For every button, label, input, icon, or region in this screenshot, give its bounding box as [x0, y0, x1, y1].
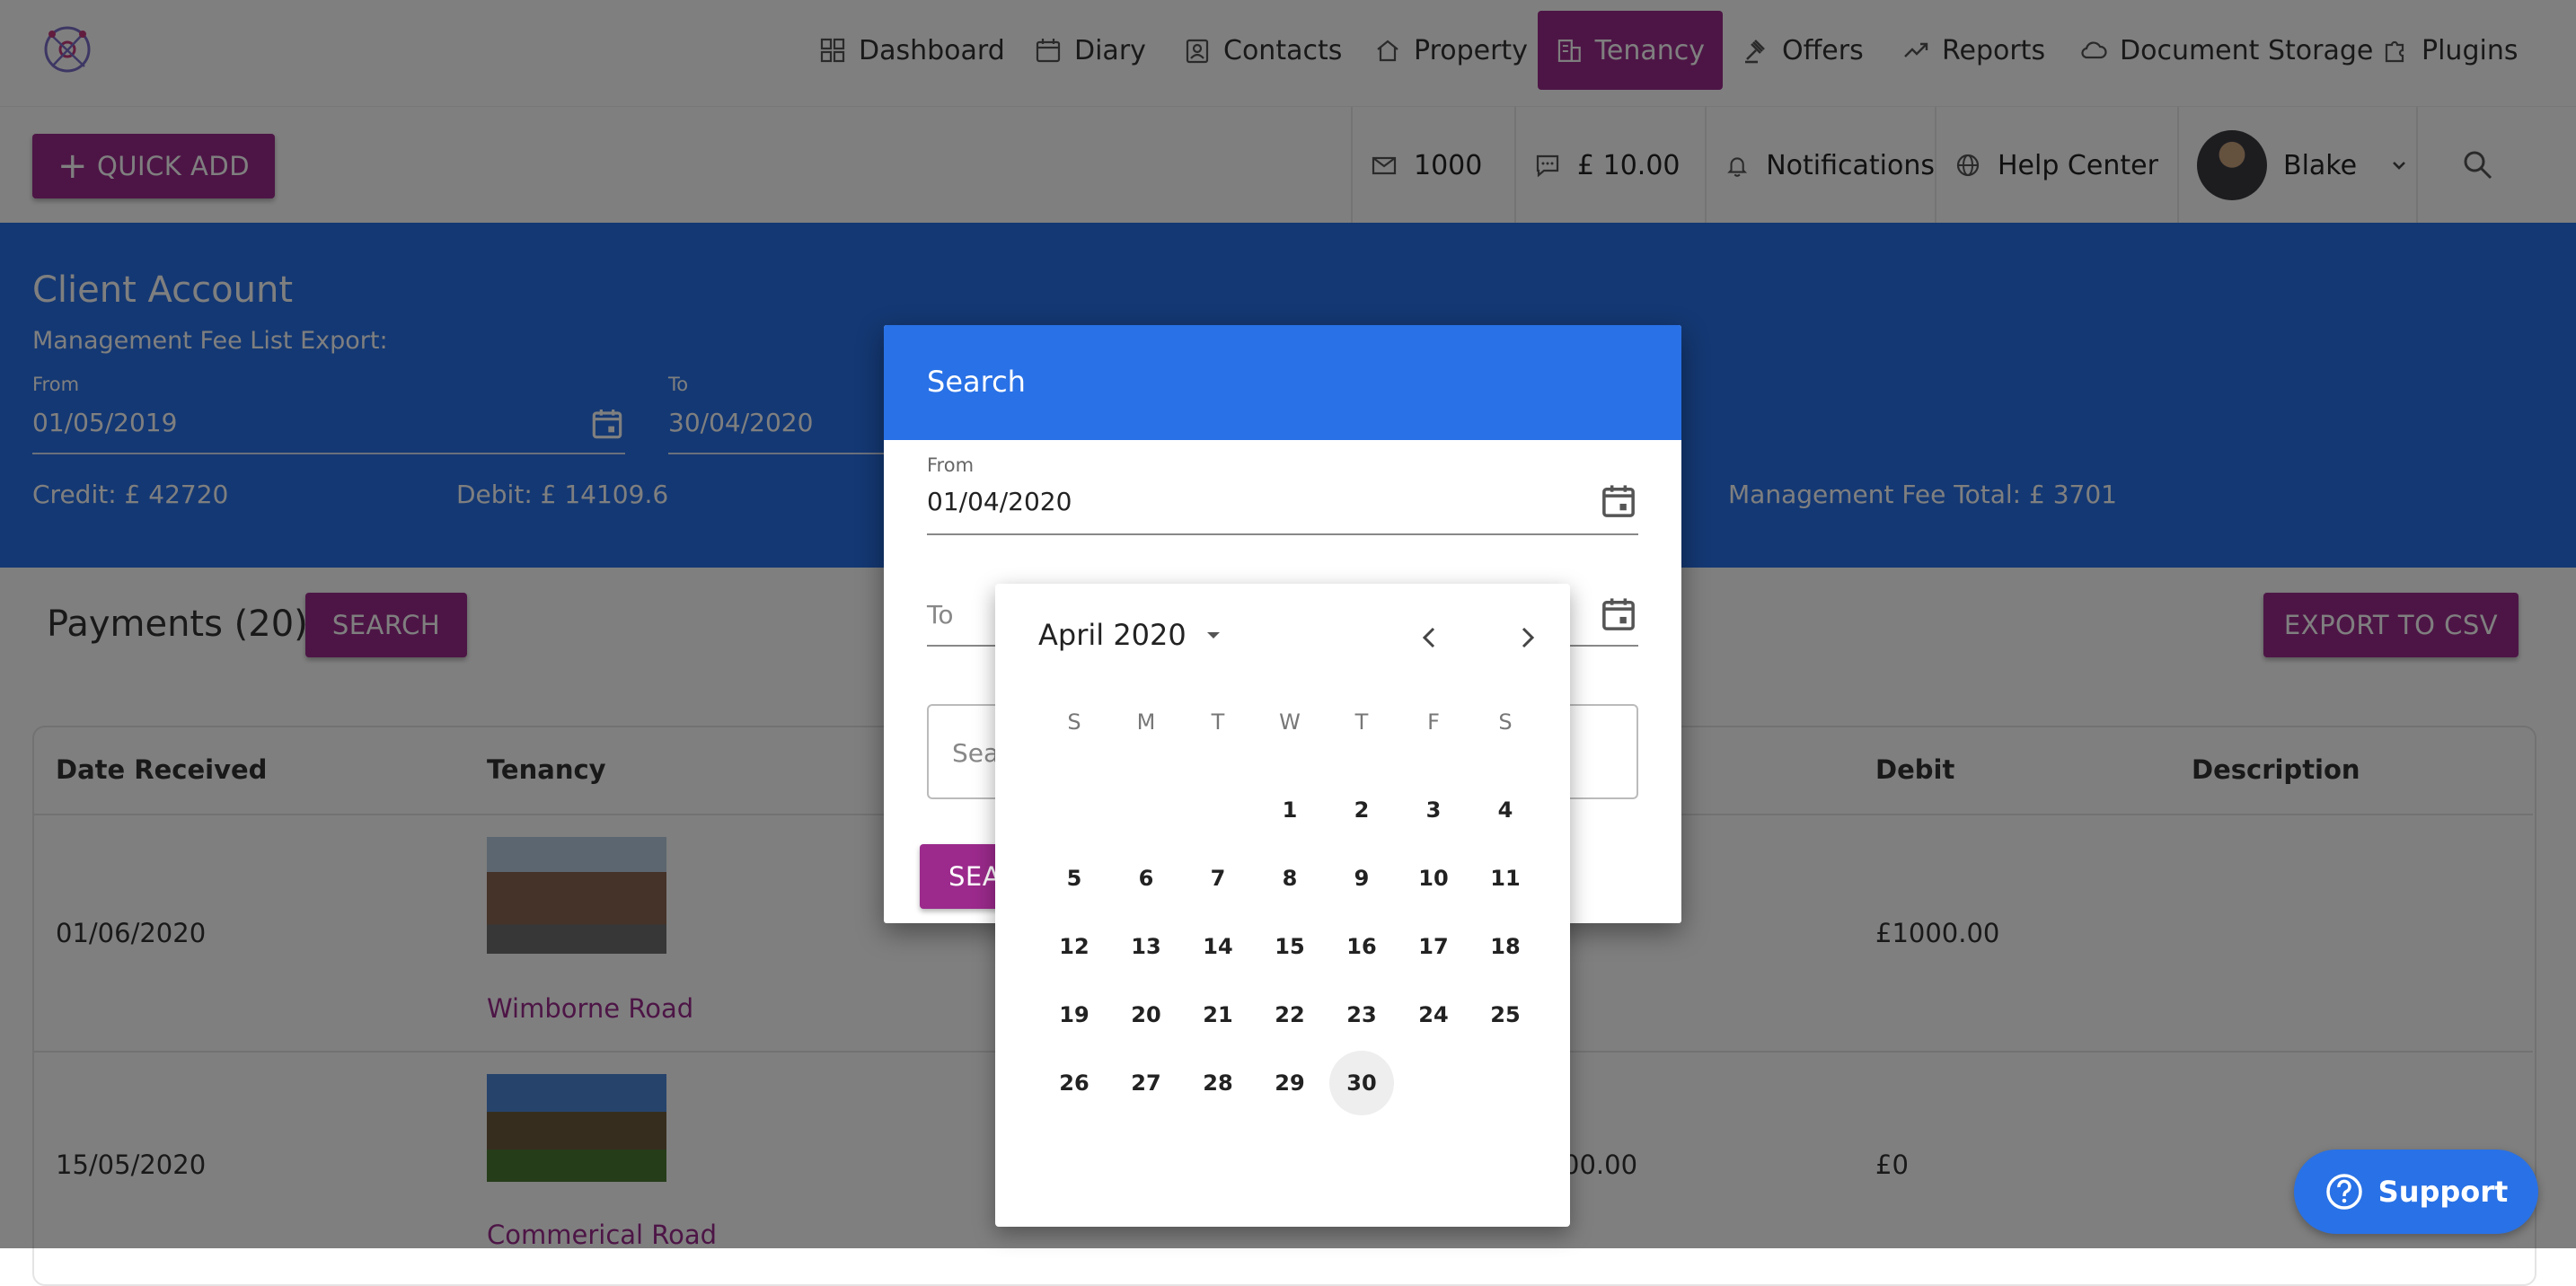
weekday-label: T	[1354, 709, 1369, 735]
calendar-day[interactable]: 26	[1042, 1051, 1107, 1115]
support-button[interactable]: Support	[2294, 1149, 2538, 1234]
calendar-day[interactable]: 2	[1329, 778, 1394, 842]
modal-from-value: 01/04/2020	[927, 487, 1072, 516]
modal-from-label: From	[927, 454, 975, 476]
calendar-day[interactable]: 5	[1042, 846, 1107, 911]
weekday-label: W	[1279, 709, 1301, 735]
calendar-day[interactable]: 11	[1473, 846, 1538, 911]
calendar-day[interactable]: 30	[1329, 1051, 1394, 1115]
weekday-label: S	[1498, 709, 1513, 735]
calendar-day[interactable]: 27	[1114, 1051, 1178, 1115]
calendar-day[interactable]: 15	[1257, 914, 1322, 979]
calendar-icon[interactable]	[1599, 595, 1638, 634]
calendar-day[interactable]: 21	[1186, 982, 1250, 1047]
calendar-day[interactable]: 13	[1114, 914, 1178, 979]
calendar-day[interactable]: 23	[1329, 982, 1394, 1047]
calendar-day[interactable]: 9	[1329, 846, 1394, 911]
calendar-day[interactable]: 20	[1114, 982, 1178, 1047]
help-icon	[2325, 1174, 2362, 1210]
chevron-right-icon[interactable]	[1509, 620, 1545, 656]
calendar-day[interactable]: 3	[1401, 778, 1466, 842]
calendar-icon[interactable]	[1599, 481, 1638, 521]
month-selector[interactable]: April 2020	[1038, 618, 1224, 652]
date-picker: April 2020 S M T W T F S 1 2 3 4 5 6 7 8 9 10 11 12…	[995, 584, 1570, 1227]
weekday-label: S	[1067, 709, 1081, 735]
modal-search-button-label: SEA	[948, 861, 1001, 892]
weekday-label: M	[1136, 709, 1156, 735]
weekday-label: T	[1211, 709, 1225, 735]
support-label: Support	[2378, 1175, 2509, 1209]
calendar-day[interactable]: 1	[1257, 778, 1322, 842]
calendar-day[interactable]: 17	[1401, 914, 1466, 979]
modal-title: Search	[927, 365, 1026, 399]
month-label: April 2020	[1038, 618, 1187, 652]
calendar-day[interactable]: 22	[1257, 982, 1322, 1047]
modal-to-placeholder: To	[927, 600, 954, 630]
weekday-label: F	[1427, 709, 1440, 735]
calendar-day[interactable]: 25	[1473, 982, 1538, 1047]
calendar-day[interactable]: 8	[1257, 846, 1322, 911]
caret-down-icon	[1206, 632, 1220, 639]
calendar-day[interactable]: 28	[1186, 1051, 1250, 1115]
calendar-day[interactable]: 14	[1186, 914, 1250, 979]
calendar-day[interactable]: 6	[1114, 846, 1178, 911]
calendar-day[interactable]: 16	[1329, 914, 1394, 979]
modal-header: Search	[884, 325, 1681, 440]
calendar-day[interactable]: 24	[1401, 982, 1466, 1047]
calendar-day[interactable]: 19	[1042, 982, 1107, 1047]
chevron-left-icon[interactable]	[1412, 620, 1448, 656]
modal-from-field[interactable]: 01/04/2020	[927, 485, 1638, 535]
calendar-day[interactable]: 18	[1473, 914, 1538, 979]
calendar-day[interactable]: 12	[1042, 914, 1107, 979]
calendar-day[interactable]: 7	[1186, 846, 1250, 911]
calendar-day[interactable]: 4	[1473, 778, 1538, 842]
calendar-day[interactable]: 29	[1257, 1051, 1322, 1115]
modal-search-placeholder: Sea	[952, 738, 1000, 768]
calendar-day[interactable]: 10	[1401, 846, 1466, 911]
